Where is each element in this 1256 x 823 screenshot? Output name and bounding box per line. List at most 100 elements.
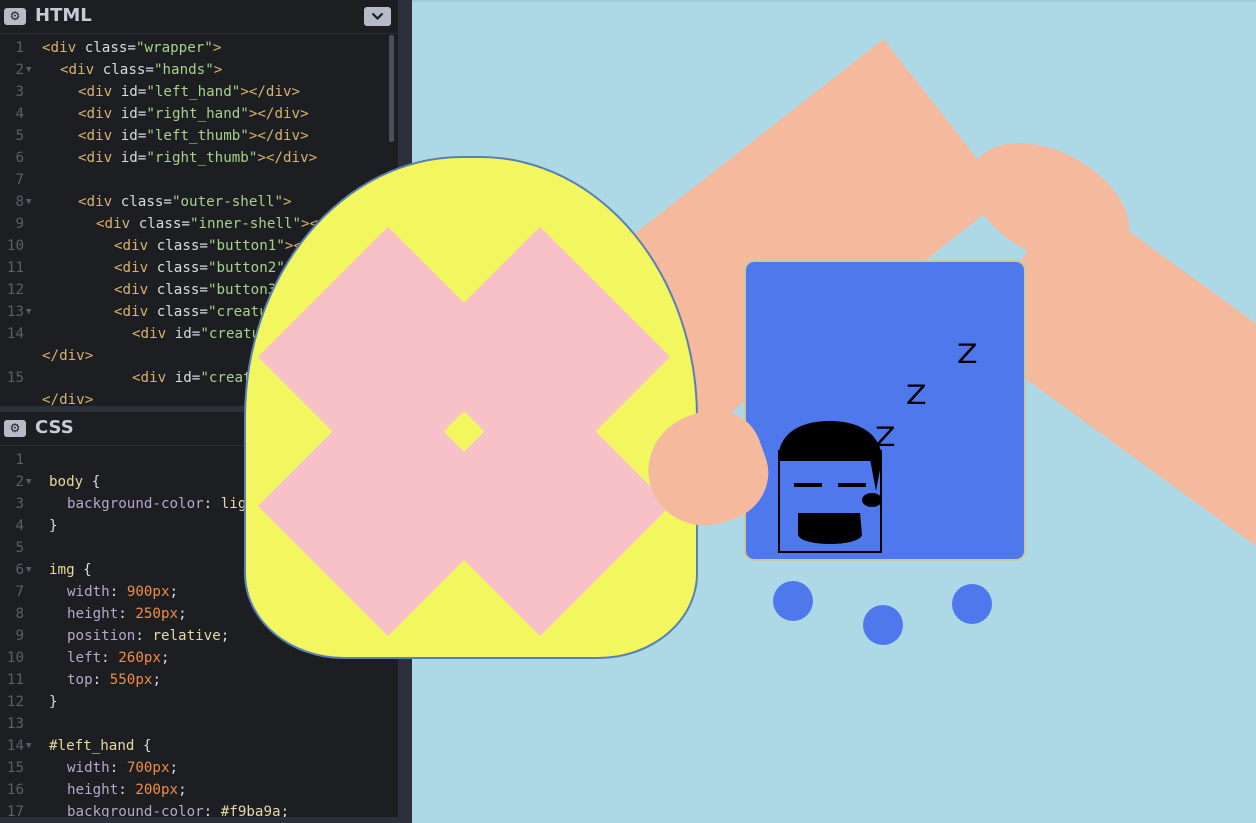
code-token: : [203, 804, 221, 817]
code-line[interactable]: 6 <div id="right_thumb"></div> [0, 147, 388, 169]
code-token: ; [178, 606, 187, 622]
code-text: <div id="left_hand"></div> [78, 81, 300, 103]
fold-arrow-icon[interactable]: ▼ [26, 559, 31, 581]
code-token: ; [152, 672, 161, 688]
code-token: "left_thumb" [146, 128, 249, 144]
code-token: "hands" [153, 62, 214, 78]
line-number: 5 [15, 128, 24, 144]
html-panel-title: HTML [35, 5, 92, 26]
code-token: 900px [126, 584, 170, 600]
code-token: class= [156, 282, 208, 298]
code-line[interactable]: 7 [0, 169, 388, 191]
code-token: ></div> [248, 128, 309, 144]
code-token: { [83, 562, 92, 578]
code-text: width: 900px; [67, 581, 178, 603]
code-token: id= [174, 370, 201, 386]
line-number: 9 [15, 628, 24, 644]
code-token: img [49, 562, 84, 578]
code-token: <div [132, 370, 175, 386]
code-token: <div [114, 304, 157, 320]
fold-arrow-icon[interactable]: ▼ [26, 301, 31, 323]
line-number: 6 [15, 150, 24, 166]
line-number: 8 [15, 194, 24, 210]
code-line[interactable]: 13 [0, 713, 388, 735]
code-token: id= [120, 150, 147, 166]
code-token: : [203, 496, 221, 512]
code-line[interactable]: 11 top: 550px; [0, 669, 388, 691]
line-number: 12 [6, 282, 24, 298]
code-token: <div [114, 282, 157, 298]
line-number: 12 [6, 694, 24, 710]
code-text: background-color: #f9ba9a; [67, 801, 289, 817]
gear-icon[interactable]: ⚙ [4, 420, 26, 437]
code-token: height [67, 606, 119, 622]
code-line[interactable]: 12} [0, 691, 388, 713]
code-line[interactable]: 4 <div id="right_hand"></div> [0, 103, 388, 125]
code-token: relative [152, 628, 221, 644]
code-token: </div> [42, 348, 94, 364]
fold-arrow-icon[interactable]: ▼ [26, 59, 31, 81]
code-token: width [67, 760, 110, 776]
chevron-down-icon [371, 12, 384, 21]
code-token: id= [120, 106, 147, 122]
code-token: "inner-shell" [189, 216, 302, 232]
code-token: class= [156, 260, 208, 276]
code-token: : [92, 672, 110, 688]
code-token: : [109, 584, 127, 600]
fold-arrow-icon[interactable]: ▼ [26, 735, 31, 757]
code-token: 250px [135, 606, 179, 622]
sleep-z-medium: Z [906, 379, 927, 412]
fold-arrow-icon[interactable]: ▼ [26, 191, 31, 213]
code-token: #f9ba9a [220, 804, 281, 817]
code-line[interactable]: 15 width: 700px; [0, 757, 388, 779]
code-text: img { [49, 559, 92, 581]
code-line[interactable]: 3 <div id="left_hand"></div> [0, 81, 388, 103]
code-token: class= [102, 62, 154, 78]
line-number: 16 [6, 782, 24, 798]
code-line[interactable]: 2 ▼ <div class="hands"> [0, 59, 388, 81]
code-token: <div [42, 40, 85, 56]
line-number: 1 [15, 40, 24, 56]
code-text: left: 260px; [67, 647, 170, 669]
line-number: 3 [15, 84, 24, 100]
code-token: #left_hand [49, 738, 143, 754]
code-token: { [142, 738, 152, 754]
code-token: ; [178, 782, 187, 798]
code-text: top: 550px; [67, 669, 161, 691]
code-token: background-color [67, 496, 204, 512]
code-token: height [67, 782, 119, 798]
code-token: <div [78, 150, 121, 166]
code-token: "button2" [207, 260, 285, 276]
line-number: 7 [15, 172, 24, 188]
line-number: 14 [6, 738, 24, 754]
line-number: 14 [6, 326, 24, 342]
code-token: <div [78, 194, 121, 210]
line-number: 8 [15, 606, 24, 622]
code-line[interactable]: 1 <div class="wrapper"> [0, 37, 388, 59]
code-text: } [49, 691, 58, 713]
code-text: body { [49, 471, 100, 493]
code-token: : [135, 628, 153, 644]
code-line[interactable]: 5 <div id="left_thumb"></div> [0, 125, 388, 147]
toy-button-1 [773, 581, 813, 621]
code-token: "right_hand" [146, 106, 249, 122]
code-line[interactable]: 16 height: 200px; [0, 779, 388, 801]
line-number: 4 [15, 106, 24, 122]
line-number: 5 [15, 540, 24, 556]
code-token: <div [114, 260, 157, 276]
code-text: <div class="hands"> [60, 59, 222, 81]
collapse-button[interactable] [364, 7, 391, 26]
code-line[interactable]: 14 ▼ #left_hand { [0, 735, 388, 757]
line-number: 1 [15, 452, 24, 468]
code-text: #left_hand { [49, 735, 152, 757]
code-text: width: 700px; [67, 757, 178, 779]
code-line[interactable]: 17 background-color: #f9ba9a; [0, 801, 388, 817]
code-token: ></div> [240, 84, 301, 100]
code-text: } [49, 515, 58, 537]
fold-arrow-icon[interactable]: ▼ [26, 471, 31, 493]
gear-icon[interactable]: ⚙ [4, 8, 26, 25]
line-number: 10 [6, 238, 24, 254]
html-scrollbar[interactable] [389, 35, 394, 142]
line-number: 15 [6, 760, 24, 776]
code-token: class= [138, 216, 190, 232]
